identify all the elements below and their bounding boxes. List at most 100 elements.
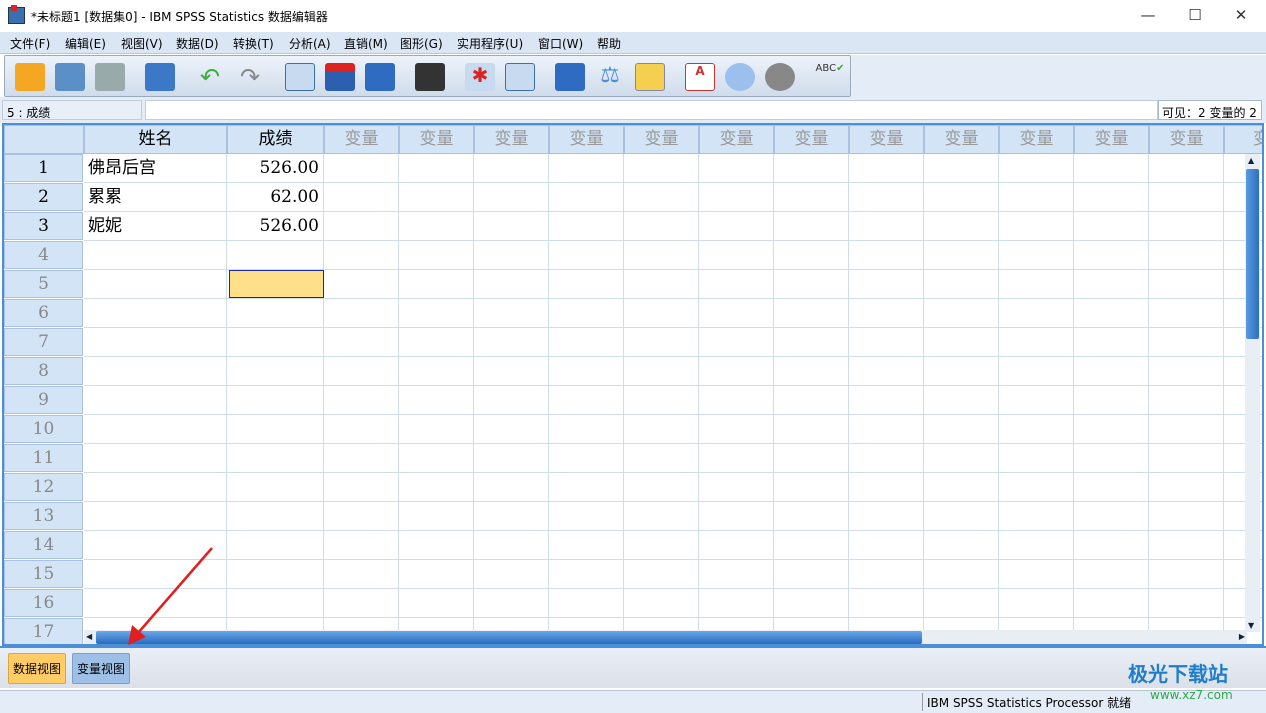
horizontal-scrollbar[interactable]: ◀ ▶	[84, 630, 1247, 644]
grid-cell[interactable]	[1074, 415, 1149, 444]
grid-cell[interactable]	[624, 270, 699, 299]
grid-cell[interactable]	[1149, 444, 1224, 473]
grid-cell[interactable]	[924, 473, 999, 502]
grid-cell[interactable]	[774, 589, 849, 618]
grid-cell[interactable]	[324, 386, 399, 415]
column-header[interactable]: 变量	[999, 125, 1074, 154]
grid-cell[interactable]	[774, 386, 849, 415]
grid-cell[interactable]	[699, 241, 774, 270]
grid-cell[interactable]	[774, 183, 849, 212]
grid-cell[interactable]	[227, 357, 324, 386]
grid-cell[interactable]	[1074, 270, 1149, 299]
grid-cell[interactable]	[849, 357, 924, 386]
grid-cell[interactable]: 佛昂后宫	[84, 154, 227, 183]
grid-cell[interactable]	[924, 444, 999, 473]
grid-cell[interactable]	[624, 531, 699, 560]
grid-cell[interactable]	[1149, 531, 1224, 560]
grid-cell[interactable]	[399, 560, 474, 589]
row-header[interactable]: 6	[4, 299, 83, 327]
menu-window[interactable]: 窗口(W)	[538, 35, 583, 52]
maximize-button[interactable]: ☐	[1172, 0, 1218, 32]
grid-cell[interactable]	[399, 415, 474, 444]
grid-cell[interactable]	[999, 444, 1074, 473]
grid-cell[interactable]	[774, 560, 849, 589]
grid-cell[interactable]	[474, 386, 549, 415]
column-header[interactable]: 变量	[324, 125, 399, 154]
grid-cell[interactable]	[549, 154, 624, 183]
grid-cell[interactable]	[624, 241, 699, 270]
row-header[interactable]: 17	[4, 618, 83, 644]
grid-cell[interactable]	[227, 444, 324, 473]
row-header[interactable]: 3	[4, 212, 83, 240]
grid-cell[interactable]	[999, 357, 1074, 386]
grid-cell[interactable]	[474, 502, 549, 531]
grid-cell[interactable]	[549, 444, 624, 473]
grid-corner[interactable]	[4, 125, 84, 154]
grid-cell[interactable]	[1074, 386, 1149, 415]
grid-cell[interactable]	[84, 386, 227, 415]
column-header[interactable]: 变量	[1074, 125, 1149, 154]
grid-cell[interactable]	[924, 212, 999, 241]
menu-graphs[interactable]: 图形(G)	[400, 35, 443, 52]
grid-cell[interactable]	[774, 444, 849, 473]
grid-cell[interactable]	[774, 357, 849, 386]
grid-cell[interactable]	[84, 328, 227, 357]
grid-cell[interactable]	[774, 415, 849, 444]
grid-cell[interactable]	[549, 212, 624, 241]
grid-cell[interactable]	[999, 154, 1074, 183]
grid-cell[interactable]	[399, 328, 474, 357]
menu-edit[interactable]: 编辑(E)	[65, 35, 106, 52]
goto-variable-icon[interactable]	[325, 63, 355, 91]
open-icon[interactable]	[15, 63, 45, 91]
grid-cell[interactable]	[399, 357, 474, 386]
grid-cell[interactable]	[1074, 154, 1149, 183]
use-sets-icon[interactable]	[725, 63, 755, 91]
grid-cell[interactable]	[624, 183, 699, 212]
grid-cell[interactable]	[1149, 241, 1224, 270]
grid-cell[interactable]	[1074, 589, 1149, 618]
grid-cell[interactable]	[84, 299, 227, 328]
grid-cell[interactable]	[549, 531, 624, 560]
grid-cell[interactable]	[924, 560, 999, 589]
column-header[interactable]: 变量	[774, 125, 849, 154]
grid-cell[interactable]	[999, 386, 1074, 415]
grid-cell[interactable]	[924, 241, 999, 270]
grid-cell[interactable]	[324, 473, 399, 502]
row-header[interactable]: 10	[4, 415, 83, 443]
grid-cell[interactable]	[849, 415, 924, 444]
grid-cell[interactable]	[84, 241, 227, 270]
grid-cell[interactable]	[1149, 502, 1224, 531]
grid-cell[interactable]	[924, 502, 999, 531]
grid-cell[interactable]	[324, 241, 399, 270]
column-header[interactable]: 姓名	[84, 125, 227, 154]
row-header[interactable]: 4	[4, 241, 83, 269]
grid-cell[interactable]	[1149, 473, 1224, 502]
row-header[interactable]: 8	[4, 357, 83, 385]
grid-cell[interactable]	[549, 241, 624, 270]
menu-file[interactable]: 文件(F)	[10, 35, 50, 52]
column-header[interactable]: 成绩	[227, 125, 324, 154]
grid-cell[interactable]	[774, 154, 849, 183]
grid-cell[interactable]	[324, 415, 399, 444]
grid-cell[interactable]	[399, 183, 474, 212]
grid-cell[interactable]	[624, 357, 699, 386]
grid-cell[interactable]	[324, 299, 399, 328]
grid-cell[interactable]	[849, 502, 924, 531]
grid-cell[interactable]	[549, 502, 624, 531]
grid-cell[interactable]	[227, 415, 324, 444]
grid-cell[interactable]	[549, 386, 624, 415]
grid-cell[interactable]	[227, 241, 324, 270]
grid-cell[interactable]	[474, 183, 549, 212]
grid-cell[interactable]	[474, 444, 549, 473]
grid-cell[interactable]	[624, 444, 699, 473]
grid-cell[interactable]	[549, 183, 624, 212]
row-header[interactable]: 7	[4, 328, 83, 356]
grid-cell[interactable]	[84, 270, 227, 299]
grid-cell[interactable]	[324, 183, 399, 212]
grid-cell[interactable]	[924, 183, 999, 212]
grid-cell[interactable]	[999, 212, 1074, 241]
grid-cell[interactable]	[849, 560, 924, 589]
grid-cell[interactable]	[999, 270, 1074, 299]
row-header[interactable]: 5	[4, 270, 83, 298]
weight-cases-icon[interactable]: ⚖	[595, 63, 625, 91]
